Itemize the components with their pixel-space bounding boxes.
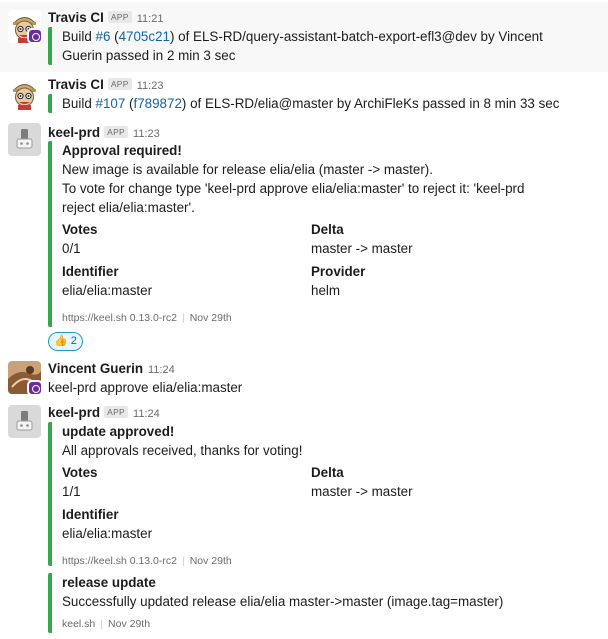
attachment-title: update approved! xyxy=(62,424,175,439)
attachment-footer: https://keel.sh 0.13.0-rc2 | Nov 29th xyxy=(62,312,232,324)
timestamp[interactable]: 11:23 xyxy=(137,80,164,92)
message-vincent: Vincent Guerin 11:24 keel-prd approve eli… xyxy=(0,358,608,398)
footer-date[interactable]: Nov 29th xyxy=(190,555,232,567)
attachment: Build #6 (4705c21) of ELS-RD/query-assis… xyxy=(48,27,543,65)
footer-date[interactable]: Nov 29th xyxy=(108,618,150,630)
attachment-text: Successfully updated release elia/elia m… xyxy=(62,594,504,609)
sender-name[interactable]: Travis CI xyxy=(48,10,104,25)
attachment-text: Guerin passed in 2 min 3 sec xyxy=(62,48,236,63)
attachment-text: All approvals received, thanks for votin… xyxy=(62,443,303,458)
keel-robot-icon xyxy=(8,405,41,438)
reaction-count: 2 xyxy=(70,335,77,347)
commit-link[interactable]: 4705c21 xyxy=(119,29,170,44)
attachment-fields: Votes 0/1 Delta master -> master Identif… xyxy=(62,220,588,304)
footer-source[interactable]: https://keel.sh 0.13.0-rc2 xyxy=(62,312,177,324)
workspace-badge-icon xyxy=(27,380,43,396)
timestamp[interactable]: 11:23 xyxy=(133,128,160,140)
sender-name[interactable]: keel-prd xyxy=(48,405,100,420)
footer-date[interactable]: Nov 29th xyxy=(190,312,232,324)
message-keel-approved: keel-prd APP 11:24 update approved! All ap… xyxy=(0,400,608,639)
attachment: Approval required! New image is availabl… xyxy=(48,141,588,327)
field-delta: Delta master -> master xyxy=(311,222,413,256)
attachment-footer: https://keel.sh 0.13.0-rc2 | Nov 29th xyxy=(62,555,232,567)
attachment: update approved! All approvals received,… xyxy=(48,422,588,567)
app-badge: APP xyxy=(104,126,129,138)
reaction-thumbs-up[interactable]: 👍 2 xyxy=(48,332,83,351)
sender-name[interactable]: Travis CI xyxy=(48,77,104,92)
message-text: keel-prd approve elia/elia:master xyxy=(48,380,243,395)
sender-name[interactable]: keel-prd xyxy=(48,125,100,140)
field-identifier: Identifier elia/elia:master xyxy=(62,507,153,541)
field-identifier: Identifier elia/elia:master xyxy=(62,264,153,298)
message-travis-1: Travis CI APP 11:21 Build #6 (4705c21) of … xyxy=(0,2,608,72)
app-badge: APP xyxy=(107,11,132,23)
timestamp[interactable]: 11:21 xyxy=(137,13,164,25)
attachment-release-update: release update Successfully updated rele… xyxy=(48,573,588,633)
footer-source[interactable]: keel.sh xyxy=(62,618,95,630)
build-link[interactable]: #6 xyxy=(96,29,111,44)
field-votes: Votes 1/1 xyxy=(62,465,98,499)
travis-mascot-icon xyxy=(8,77,41,110)
app-badge: APP xyxy=(107,78,132,90)
field-votes: Votes 0/1 xyxy=(62,222,98,256)
thumbs-up-icon: 👍 xyxy=(54,335,68,347)
attachment: Build #107 (f789872) of ELS-RD/elia@mast… xyxy=(48,94,559,113)
attachment-fields: Votes 1/1 Delta master -> master Identif… xyxy=(62,463,588,547)
message-keel-approval: keel-prd APP 11:23 Approval required! New … xyxy=(0,118,608,358)
attachment-footer: keel.sh | Nov 29th xyxy=(62,618,151,630)
field-provider: Provider helm xyxy=(311,264,366,298)
keel-robot-icon xyxy=(8,123,41,156)
attachment-text: reject elia/elia:master'. xyxy=(62,200,195,215)
field-delta: Delta master -> master xyxy=(311,465,413,499)
attachment-text: To vote for change type 'keel-prd approv… xyxy=(62,181,525,196)
attachment-text: New image is available for release elia/… xyxy=(62,162,433,177)
keel-avatar[interactable] xyxy=(8,405,41,438)
message-travis-2: Travis CI APP 11:23 Build #107 (f789872) o… xyxy=(0,72,608,116)
timestamp[interactable]: 11:24 xyxy=(148,364,175,376)
workspace-badge-icon xyxy=(27,28,43,44)
app-badge: APP xyxy=(104,406,129,418)
build-link[interactable]: #107 xyxy=(96,96,126,111)
footer-source[interactable]: https://keel.sh 0.13.0-rc2 xyxy=(62,555,177,567)
travis-avatar[interactable] xyxy=(8,77,41,110)
commit-link[interactable]: f789872 xyxy=(133,96,181,111)
keel-avatar[interactable] xyxy=(8,123,41,156)
attachment-title: release update xyxy=(62,575,156,590)
timestamp[interactable]: 11:24 xyxy=(133,408,160,420)
sender-name[interactable]: Vincent Guerin xyxy=(48,361,143,376)
attachment-title: Approval required! xyxy=(62,143,182,158)
